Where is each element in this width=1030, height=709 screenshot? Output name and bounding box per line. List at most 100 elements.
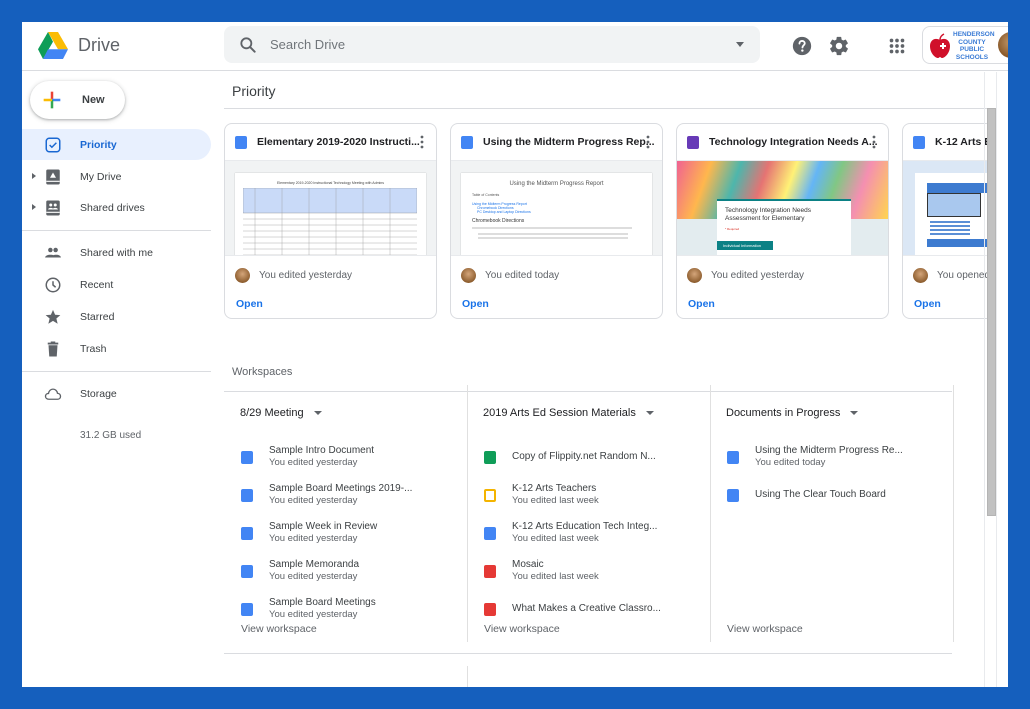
- side-panel-edge: [996, 72, 1008, 687]
- sidebar-item-label: Recent: [80, 278, 114, 291]
- workspace-file[interactable]: K-12 Arts Teachers You edited last week: [481, 483, 701, 515]
- workspace-file[interactable]: K-12 Arts Education Tech Integ... You ed…: [481, 521, 701, 553]
- sidebar-item-trash[interactable]: Trash: [22, 333, 211, 364]
- priority-check-icon: [45, 137, 61, 153]
- more-options-icon[interactable]: [872, 135, 876, 149]
- google-docs-icon: [241, 603, 253, 616]
- expand-arrow-icon[interactable]: [32, 204, 36, 210]
- workspace-file[interactable]: Sample Intro Document You edited yesterd…: [238, 445, 458, 477]
- workspace-title[interactable]: 2019 Arts Ed Session Materials: [483, 407, 654, 419]
- google-docs-icon: [241, 565, 253, 578]
- sidebar-item-starred[interactable]: Starred: [22, 301, 211, 332]
- open-link[interactable]: Open: [688, 298, 715, 310]
- card-header: K-12 Arts E: [903, 124, 989, 160]
- doc-preview: Elementary 2019-2020 Instructional Techn…: [235, 173, 426, 255]
- workspace-file[interactable]: Sample Week in Review You edited yesterd…: [238, 521, 458, 553]
- drive-logo-icon: [38, 32, 68, 59]
- open-link[interactable]: Open: [462, 298, 489, 310]
- workspace-file[interactable]: Using the Midterm Progress Re... You edi…: [724, 445, 944, 477]
- priority-card[interactable]: K-12 Arts E You opened Open: [902, 123, 989, 319]
- organization-name: HENDERSON COUNTY PUBLIC SCHOOLS: [953, 31, 995, 61]
- card-title: Elementary 2019-2020 Instructi...: [257, 136, 420, 148]
- open-link[interactable]: Open: [914, 298, 941, 310]
- sidebar-item-label: My Drive: [80, 170, 122, 183]
- sidebar: New Priority My Drive Shared drives Shar…: [22, 72, 222, 687]
- workspace-file[interactable]: Using The Clear Touch Board: [724, 483, 944, 515]
- more-options-icon[interactable]: [646, 135, 650, 149]
- main-content: Priority Elementary 2019-2020 Instructi.…: [224, 72, 989, 687]
- workspace-title[interactable]: Documents in Progress: [726, 407, 859, 419]
- priority-card[interactable]: Using the Midterm Progress Rep... Using …: [450, 123, 663, 319]
- apple-logo-icon: [930, 33, 950, 58]
- more-options-icon[interactable]: [420, 135, 424, 149]
- apps-grid-icon[interactable]: [886, 35, 908, 57]
- user-avatar: [235, 268, 250, 283]
- help-icon[interactable]: [791, 35, 813, 57]
- shared-drives-icon: [46, 200, 60, 216]
- doc-preview: [915, 173, 989, 255]
- cloud-icon: [44, 388, 62, 400]
- organization-badge[interactable]: HENDERSON COUNTY PUBLIC SCHOOLS: [922, 26, 1008, 64]
- user-avatar: [461, 268, 476, 283]
- workspace-file[interactable]: Mosaic You edited last week: [481, 559, 701, 591]
- view-workspace-link[interactable]: View workspace: [241, 623, 317, 635]
- card-header: Using the Midterm Progress Rep...: [451, 124, 662, 160]
- people-icon: [45, 247, 61, 258]
- workspace-file[interactable]: Copy of Flippity.net Random N...: [481, 445, 701, 477]
- google-slides-icon: [484, 489, 496, 502]
- card-thumbnail: Technology Integration Needs Assessment …: [677, 160, 888, 256]
- workspace-title[interactable]: 8/29 Meeting: [240, 407, 322, 419]
- expand-arrow-icon[interactable]: [32, 173, 36, 179]
- workspace-file[interactable]: Sample Board Meetings 2019-... You edite…: [238, 483, 458, 515]
- workspace-menu-caret-icon[interactable]: [313, 411, 322, 415]
- google-docs-icon: [241, 451, 253, 464]
- card-header: Elementary 2019-2020 Instructi...: [225, 124, 436, 160]
- search-icon[interactable]: [238, 35, 258, 55]
- workspace-menu-caret-icon[interactable]: [850, 411, 859, 415]
- app-name: Drive: [78, 35, 121, 55]
- sidebar-item-shared-with-me[interactable]: Shared with me: [22, 237, 211, 268]
- search-options-caret-icon[interactable]: [736, 42, 744, 47]
- my-drive-icon: [46, 169, 60, 185]
- sidebar-item-storage[interactable]: Storage: [22, 378, 211, 409]
- drive-window: Drive Search Drive HENDERSON COUNTY PUBL…: [22, 22, 1008, 687]
- sidebar-item-priority[interactable]: Priority: [22, 129, 211, 160]
- view-workspace-link[interactable]: View workspace: [727, 623, 803, 635]
- plus-icon: [43, 91, 61, 109]
- open-link[interactable]: Open: [236, 298, 263, 310]
- card-activity: You opened: [913, 268, 989, 283]
- google-docs-icon: [235, 136, 247, 149]
- vertical-scrollbar[interactable]: [987, 108, 996, 516]
- settings-icon[interactable]: [828, 35, 850, 57]
- card-activity: You edited today: [461, 268, 559, 283]
- doc-preview: Using the Midterm Progress Report Table …: [461, 173, 652, 255]
- workspace-card: Documents in Progress Using the Midterm …: [710, 385, 953, 642]
- google-docs-icon: [461, 136, 473, 149]
- drive-logo[interactable]: Drive: [38, 32, 120, 59]
- search-bar[interactable]: [224, 26, 760, 63]
- jamboard-icon: [484, 603, 496, 616]
- workspace-menu-caret-icon[interactable]: [645, 411, 654, 415]
- workspaces-bottom-divider: [224, 653, 952, 654]
- sidebar-item-label: Storage: [80, 387, 117, 400]
- scroll-track: [984, 72, 985, 687]
- sidebar-item-my-drive[interactable]: My Drive: [22, 161, 211, 192]
- card-title: K-12 Arts E: [935, 136, 989, 148]
- search-input[interactable]: [270, 37, 710, 52]
- trash-icon: [47, 341, 59, 357]
- priority-card[interactable]: Elementary 2019-2020 Instructi... Elemen…: [224, 123, 437, 319]
- view-workspace-link[interactable]: View workspace: [484, 623, 560, 635]
- workspace-file[interactable]: Sample Memoranda You edited yesterday: [238, 559, 458, 591]
- workspaces-heading: Workspaces: [232, 366, 293, 378]
- new-button[interactable]: New: [30, 81, 125, 119]
- google-docs-icon: [241, 489, 253, 502]
- sidebar-item-label: Starred: [80, 310, 115, 323]
- sidebar-item-shared-drives[interactable]: Shared drives: [22, 192, 211, 223]
- priority-heading: Priority: [232, 83, 276, 99]
- sidebar-item-label: Priority: [80, 138, 117, 151]
- priority-divider: [224, 108, 989, 109]
- user-avatar: [913, 268, 928, 283]
- sidebar-item-recent[interactable]: Recent: [22, 269, 211, 300]
- priority-card[interactable]: Technology Integration Needs A... Techno…: [676, 123, 889, 319]
- card-activity: You edited yesterday: [687, 268, 804, 283]
